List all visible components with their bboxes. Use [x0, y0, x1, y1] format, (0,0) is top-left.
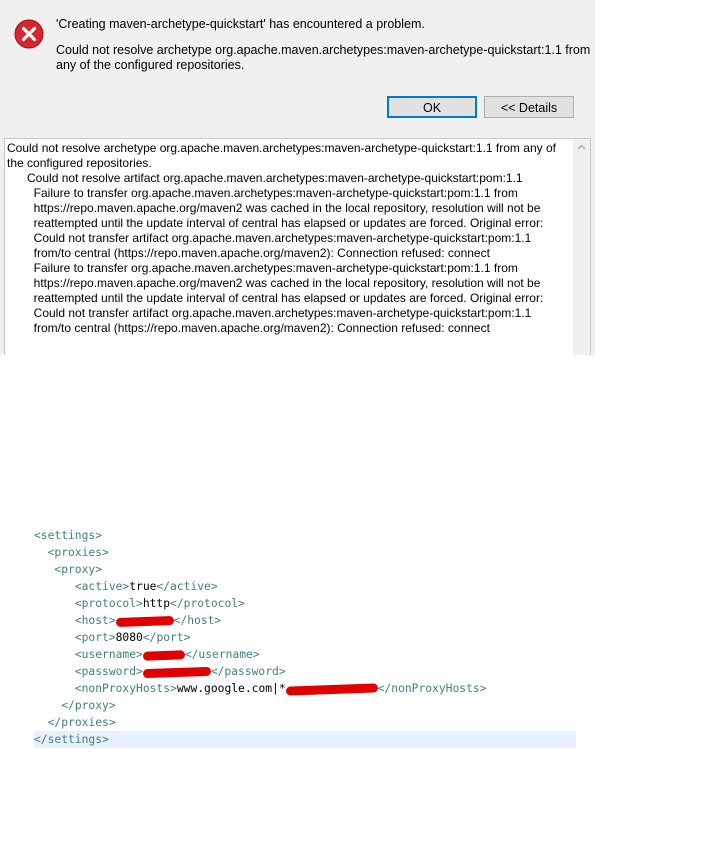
port-value: 8080: [115, 631, 143, 644]
details-text: Could not resolve archetype org.apache.m…: [7, 141, 556, 335]
xml-tag: <proxies>: [47, 546, 109, 559]
xml-line-proxies-open: <proxies>: [34, 544, 576, 561]
xml-tag: </username>: [184, 648, 260, 661]
xml-line-username: <username> </username>: [34, 646, 576, 663]
xml-line-proxy-close: </proxy>: [34, 697, 576, 714]
xml-tag: </proxies>: [47, 716, 116, 729]
scroll-up-arrow-icon[interactable]: [573, 139, 590, 156]
xml-tag: <password>: [74, 665, 143, 678]
xml-tag: </proxy>: [61, 699, 116, 712]
xml-tag: <active>: [74, 580, 130, 593]
xml-tag: <host>: [74, 614, 116, 627]
xml-tag: </port>: [142, 631, 191, 644]
xml-line-password: <password> </password>: [34, 663, 576, 680]
xml-tag: <settings>: [34, 529, 103, 542]
xml-line-settings-close: </settings>: [34, 731, 576, 748]
xml-tag: </active>: [156, 580, 218, 593]
error-dialog: 'Creating maven-archetype-quickstart' ha…: [0, 0, 595, 355]
redacted-password: [142, 666, 211, 678]
redacted-host: [115, 615, 174, 627]
settings-xml-code: <settings> <proxies> <proxy> <active>tru…: [34, 527, 576, 748]
xml-tag: </nonProxyHosts>: [377, 682, 487, 695]
xml-tag: <username>: [74, 648, 143, 661]
redacted-nonproxyhost: [285, 682, 378, 696]
xml-tag: </password>: [210, 665, 286, 678]
nonproxyhosts-value: www.google.com|*: [176, 682, 286, 695]
xml-tag: <nonProxyHosts>: [74, 682, 177, 695]
dialog-message: Could not resolve archetype org.apache.m…: [56, 43, 591, 72]
xml-line-nonproxyhosts: <nonProxyHosts>www.google.com|* </nonProx…: [34, 680, 576, 697]
ok-button[interactable]: OK: [387, 96, 477, 118]
xml-tag: </host>: [173, 614, 222, 627]
protocol-value: http: [142, 597, 171, 610]
details-text-area[interactable]: Could not resolve archetype org.apache.m…: [4, 138, 591, 355]
xml-tag: <protocol>: [74, 597, 143, 610]
xml-line-port: <port>8080</port>: [34, 629, 576, 646]
xml-tag: <port>: [74, 631, 116, 644]
xml-line-proxy-open: <proxy>: [34, 561, 576, 578]
xml-line-active: <active>true</active>: [34, 578, 576, 595]
xml-tag: </settings>: [34, 733, 109, 746]
xml-tag: </protocol>: [170, 597, 245, 610]
redacted-username: [142, 649, 185, 661]
active-value: true: [129, 580, 157, 593]
details-toggle-button[interactable]: << Details: [484, 96, 574, 118]
details-scrollbar[interactable]: [573, 139, 590, 355]
xml-line-protocol: <protocol>http</protocol>: [34, 595, 576, 612]
xml-line-proxies-close: </proxies>: [34, 714, 576, 731]
xml-tag: <proxy>: [54, 563, 103, 576]
xml-line-host: <host> </host>: [34, 612, 576, 629]
error-icon: [14, 19, 44, 49]
xml-line-settings-open: <settings>: [34, 527, 576, 544]
dialog-title: 'Creating maven-archetype-quickstart' ha…: [56, 17, 425, 31]
